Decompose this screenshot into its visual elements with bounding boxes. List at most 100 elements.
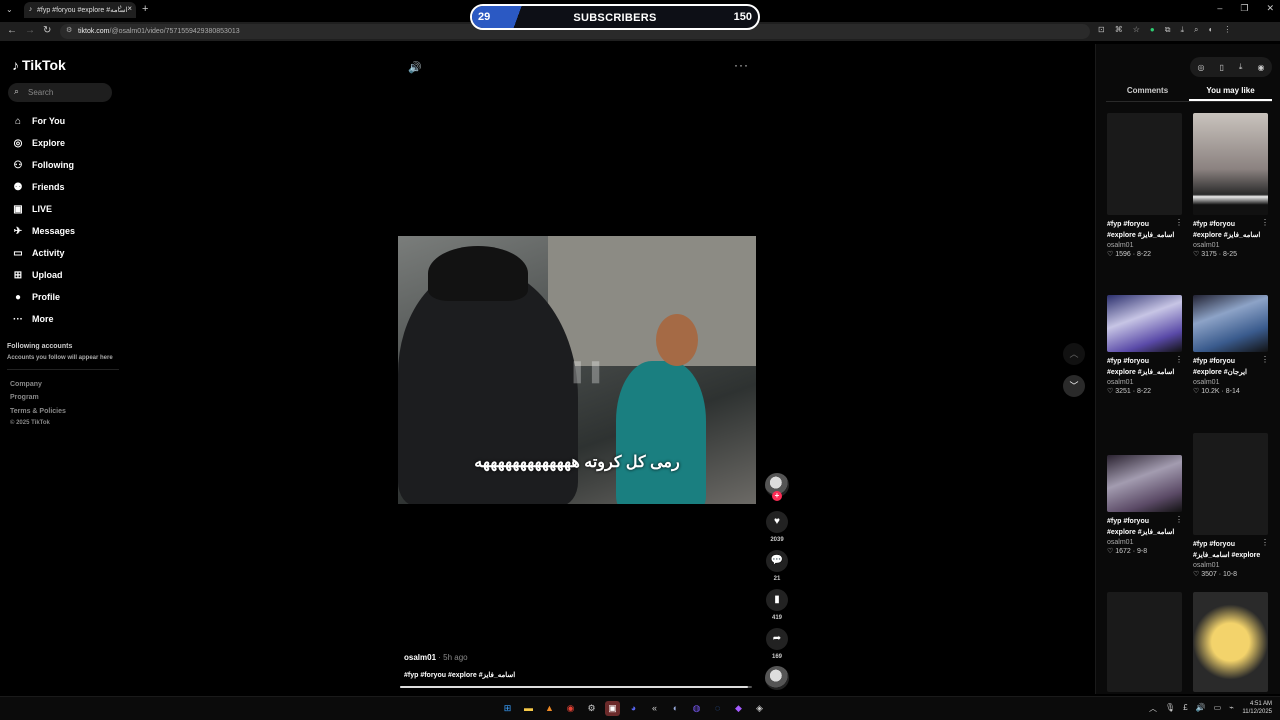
discord-icon[interactable]: ◕ bbox=[626, 701, 641, 716]
speaker-icon[interactable]: 🔊 bbox=[1196, 703, 1206, 714]
recommended-video-card[interactable]: ⋮ #fyp #foryou #اسامه_فايز #explore osalm0… bbox=[1193, 433, 1271, 578]
device-icon[interactable]: ▯ bbox=[1220, 63, 1224, 72]
video-author[interactable]: osalm01 · 5h ago bbox=[404, 653, 468, 662]
taskbar-clock[interactable]: 4:51 AM 11/12/2025 bbox=[1242, 700, 1272, 716]
footer-company-link[interactable]: Company bbox=[10, 381, 42, 388]
previous-video-chevron-up-icon[interactable]: ︿ bbox=[1063, 343, 1085, 365]
video-thumbnail[interactable] bbox=[1107, 592, 1182, 692]
obs-icon[interactable]: ◈ bbox=[752, 701, 767, 716]
recommended-thumbnail-level-one[interactable] bbox=[1193, 592, 1271, 692]
steam-icon[interactable]: ◐ bbox=[668, 701, 683, 716]
more-options-icon[interactable]: ··· bbox=[734, 58, 749, 72]
sidebar-item-following[interactable]: ⚇ Following bbox=[12, 157, 74, 173]
terminal-icon[interactable]: ▣ bbox=[605, 701, 620, 716]
sidebar-item-explore[interactable]: ◎ Explore bbox=[12, 135, 65, 151]
card-more-icon[interactable]: ⋮ bbox=[1261, 538, 1269, 547]
card-author[interactable]: osalm01 bbox=[1107, 379, 1185, 386]
card-more-icon[interactable]: ⋮ bbox=[1261, 355, 1269, 364]
new-tab-button[interactable]: + bbox=[142, 3, 148, 15]
video-hashtags[interactable]: #fyp #foryou #explore #اسامه_فايز bbox=[404, 671, 515, 679]
browser-tab[interactable]: ♪ #fyp #foryou #explore #اسامه ♪ × bbox=[24, 2, 136, 18]
tab-close-icon[interactable]: × bbox=[127, 4, 132, 13]
bookmark-star-icon[interactable]: ☆ bbox=[1133, 25, 1140, 35]
sidebar-item-live[interactable]: ▣ LIVE bbox=[12, 201, 52, 217]
site-info-icon[interactable]: ⚙ bbox=[66, 26, 72, 34]
video-thumbnail[interactable] bbox=[1107, 295, 1182, 352]
windows-start-icon[interactable]: ⊞ bbox=[500, 701, 515, 716]
app-purple-icon[interactable]: ◍ bbox=[689, 701, 704, 716]
sidebar-item-messages[interactable]: ✈ Messages bbox=[12, 223, 75, 239]
get-app-icon[interactable]: ⤓ bbox=[1239, 62, 1243, 72]
profile-icon[interactable]: ◐ bbox=[1208, 25, 1213, 35]
card-more-icon[interactable]: ⋮ bbox=[1175, 515, 1183, 524]
card-author[interactable]: osalm01 bbox=[1193, 562, 1271, 569]
video-thumbnail[interactable] bbox=[1107, 113, 1182, 215]
network-icon[interactable]: ⌁ bbox=[1229, 703, 1234, 714]
sidebar-item-for-you[interactable]: ⌂ For You bbox=[12, 113, 65, 129]
tab-you-may-like[interactable]: You may like bbox=[1189, 86, 1272, 101]
card-author[interactable]: osalm01 bbox=[1193, 242, 1271, 249]
user-avatar-icon[interactable]: ◉ bbox=[1257, 63, 1264, 72]
sidebar-item-profile[interactable]: ● Profile bbox=[12, 289, 60, 305]
card-author[interactable]: osalm01 bbox=[1107, 539, 1185, 546]
music-disc-button[interactable] bbox=[764, 666, 790, 690]
vlc-icon[interactable]: ▲ bbox=[542, 701, 557, 716]
comment-button[interactable]: 💬 21 bbox=[764, 550, 790, 582]
install-app-icon[interactable]: ⊡ bbox=[1098, 25, 1105, 35]
streamlabs-icon[interactable]: ◆ bbox=[731, 701, 746, 716]
tab-list-chevron-down-icon[interactable]: ⌄ bbox=[6, 5, 13, 14]
recommended-video-card[interactable]: ⋮ #fyp #foryou #explore #اسامه_فايز osalm0… bbox=[1107, 295, 1185, 395]
chrome-icon[interactable]: ◉ bbox=[563, 701, 578, 716]
restore-icon[interactable]: ❐ bbox=[1240, 3, 1248, 14]
forward-icon[interactable]: → bbox=[25, 25, 35, 36]
display-icon[interactable]: ▭ bbox=[1214, 703, 1222, 714]
sidebar-item-more[interactable]: ··· More bbox=[12, 311, 54, 327]
video-thumbnail[interactable] bbox=[1193, 433, 1268, 535]
recommended-video-card[interactable]: ⋮ #fyp #foryou #explore #ايرجان osalm01 ♡ 1… bbox=[1193, 295, 1271, 395]
extension-green-icon[interactable]: ● bbox=[1150, 25, 1155, 35]
capcut-icon[interactable]: « bbox=[647, 701, 662, 716]
download-icon[interactable]: ⤓ bbox=[1180, 25, 1184, 35]
sidebar-item-activity[interactable]: ▭ Activity bbox=[12, 245, 64, 261]
author-avatar-button[interactable]: + bbox=[764, 473, 790, 501]
reload-icon[interactable]: ↻ bbox=[43, 25, 51, 36]
recommended-video-card[interactable]: ⋮ #fyp #foryou #explore #اسامه_فايز osalm0… bbox=[1193, 113, 1271, 258]
video-thumbnail[interactable] bbox=[1107, 455, 1182, 512]
card-author[interactable]: osalm01 bbox=[1193, 379, 1271, 386]
explore-icon[interactable]: ◎ bbox=[1198, 63, 1205, 72]
footer-terms-link[interactable]: Terms & Policies bbox=[10, 408, 66, 415]
video-thumbnail[interactable] bbox=[1193, 295, 1268, 352]
recommended-thumbnail-blank[interactable] bbox=[1107, 592, 1185, 692]
tray-chevron-up-icon[interactable]: ︿ bbox=[1149, 703, 1157, 714]
card-author[interactable]: osalm01 bbox=[1107, 242, 1185, 249]
card-more-icon[interactable]: ⋮ bbox=[1175, 218, 1183, 227]
currency-icon[interactable]: £ bbox=[1183, 703, 1187, 714]
file-explorer-icon[interactable]: ▬ bbox=[521, 701, 536, 716]
microphone-icon[interactable]: 🎙 bbox=[1165, 703, 1175, 714]
translate-icon[interactable]: ⌘ bbox=[1115, 25, 1123, 35]
extensions-icon[interactable]: ⧉ bbox=[1165, 25, 1171, 35]
next-video-chevron-down-icon[interactable]: ﹀ bbox=[1063, 375, 1085, 397]
like-button[interactable]: ♥ 2039 bbox=[764, 511, 790, 543]
video-progress-bar[interactable] bbox=[400, 686, 752, 688]
share-button[interactable]: ➦ 169 bbox=[764, 628, 790, 660]
card-more-icon[interactable]: ⋮ bbox=[1261, 218, 1269, 227]
video-player[interactable]: ❚❚ رمى كل كروته هههههههههههههه bbox=[398, 236, 756, 504]
pause-icon[interactable]: ❚❚ bbox=[568, 358, 605, 384]
tab-audio-icon[interactable]: ♪ bbox=[119, 4, 123, 11]
minimize-icon[interactable]: – bbox=[1217, 3, 1222, 14]
save-button[interactable]: ▮ 419 bbox=[764, 589, 790, 621]
back-icon[interactable]: ← bbox=[7, 25, 17, 36]
settings-icon[interactable]: ⚙ bbox=[584, 701, 599, 716]
tab-comments[interactable]: Comments bbox=[1106, 86, 1189, 101]
close-window-icon[interactable]: ✕ bbox=[1266, 3, 1274, 14]
menu-icon[interactable]: ⋮ bbox=[1223, 25, 1231, 35]
recommended-video-card[interactable]: ⋮ #fyp #foryou #explore #اسامه_فايز osalm0… bbox=[1107, 113, 1185, 258]
app-blue-icon[interactable]: ◌ bbox=[710, 701, 725, 716]
author-name[interactable]: osalm01 bbox=[404, 653, 436, 662]
sidebar-item-upload[interactable]: ⊞ Upload bbox=[12, 267, 63, 283]
video-thumbnail[interactable] bbox=[1193, 592, 1268, 692]
search-input[interactable]: ⌕ Search bbox=[8, 83, 112, 102]
volume-icon[interactable]: 🔊 bbox=[408, 61, 422, 74]
sidebar-item-friends[interactable]: ⚉ Friends bbox=[12, 179, 65, 195]
